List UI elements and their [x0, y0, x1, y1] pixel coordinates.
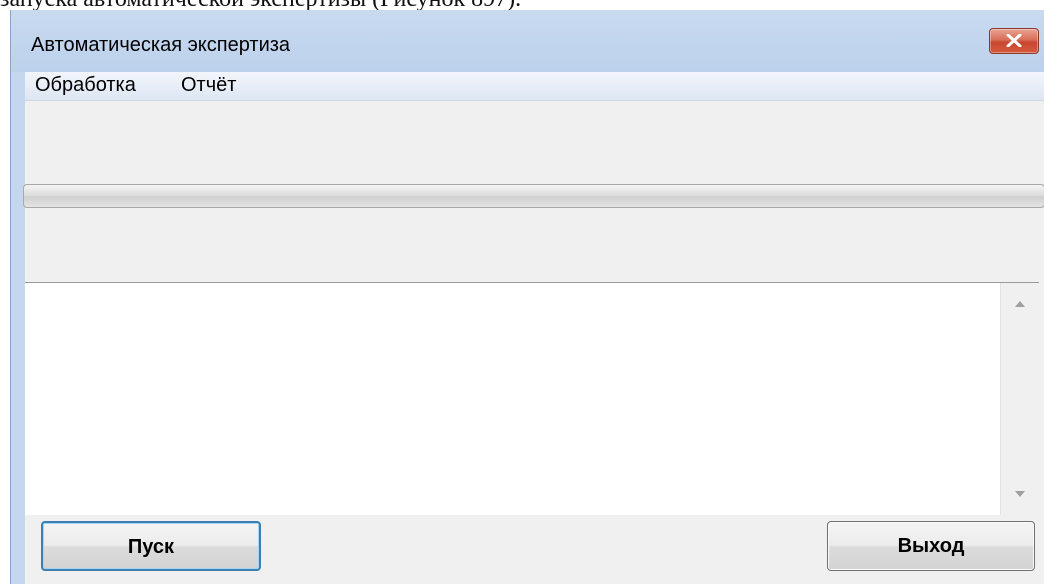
- scroll-down-arrow-icon[interactable]: [1015, 491, 1025, 497]
- title-bar[interactable]: Автоматическая экспертиза: [11, 10, 1044, 72]
- scroll-up-arrow-icon[interactable]: [1015, 301, 1025, 307]
- menu-item-processing[interactable]: Обработка: [31, 74, 140, 97]
- vertical-scrollbar[interactable]: [1000, 283, 1039, 515]
- window-client-area: Обработка Отчёт Пуск Выход: [23, 72, 1044, 584]
- exit-button[interactable]: Выход: [827, 521, 1035, 571]
- menu-bar: Обработка Отчёт: [25, 72, 1044, 101]
- start-button[interactable]: Пуск: [41, 521, 261, 571]
- menu-item-report[interactable]: Отчёт: [177, 74, 240, 97]
- output-text-area[interactable]: [25, 282, 1039, 515]
- close-x-icon: [1006, 34, 1022, 47]
- app-window: Автоматическая экспертиза Обработка Отчё…: [10, 10, 1044, 584]
- progress-bar: [23, 184, 1044, 208]
- close-button[interactable]: [989, 28, 1039, 54]
- window-title: Автоматическая экспертиза: [31, 34, 291, 56]
